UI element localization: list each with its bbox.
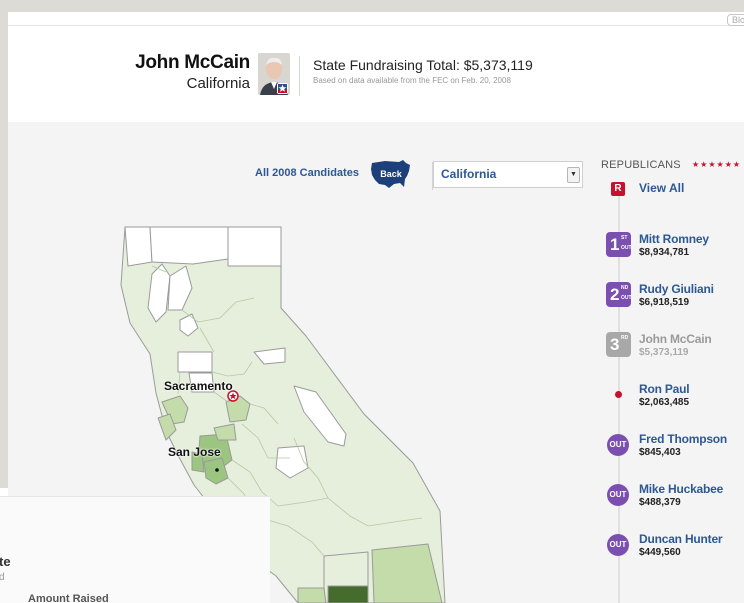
chevron-down-icon[interactable]: ▼ <box>567 167 580 183</box>
candidate-amount: $449,560 <box>639 547 681 558</box>
candidate-amount: $2,063,485 <box>639 397 690 408</box>
candidate-item[interactable]: 1 ST OUT Mitt Romney $8,934,781 <box>595 232 744 272</box>
all-candidates-link[interactable]: All 2008 Candidates <box>255 167 359 179</box>
desktop-strip <box>0 0 744 12</box>
county-glenn[interactable] <box>177 351 213 373</box>
republican-candidates-panel: REPUBLICANS ★★★★★★ R View All 1 ST OUT M… <box>595 122 744 603</box>
candidate-amount: $845,403 <box>639 447 681 458</box>
candidate-header: John McCain California State Fundraising… <box>8 26 744 122</box>
back-label: Back <box>380 169 403 179</box>
candidate-item[interactable]: OUT Fred Thompson $845,403 <box>595 432 744 472</box>
candidate-photo <box>258 53 290 95</box>
candidate-name: John McCain <box>135 52 250 73</box>
republican-r-icon: R <box>611 182 625 196</box>
county-orange[interactable] <box>297 587 327 603</box>
candidate-item[interactable]: OUT Duncan Hunter $449,560 <box>595 532 744 572</box>
rank-badge-icon: 2 ND OUT <box>606 282 632 307</box>
party-heading: REPUBLICANS <box>601 159 681 171</box>
state-select-value: California <box>441 167 497 181</box>
candidate-name-link[interactable]: Fred Thompson <box>639 432 727 446</box>
stars-decoration-icon: ★★★★★★ <box>692 160 742 169</box>
rank-badge-icon: 3 RD <box>606 332 631 357</box>
rank-badge-icon: 1 ST OUT <box>606 232 632 257</box>
candidate-item[interactable]: OUT Mike Huckabee $488,379 <box>595 482 744 522</box>
candidate-name-link[interactable]: John McCain <box>639 332 712 346</box>
candidate-item-current[interactable]: 3 RD John McCain $5,373,119 <box>595 332 744 372</box>
city-label-san-jose: San Jose <box>168 445 221 459</box>
back-to-us-map-button[interactable]: Back <box>369 157 413 191</box>
candidate-name-link[interactable]: Mike Huckabee <box>639 482 723 496</box>
state-select[interactable]: California ▼ <box>433 161 583 188</box>
county-san-diego-area[interactable] <box>327 585 369 603</box>
candidate-name-link[interactable]: Ron Paul <box>639 382 690 396</box>
candidate-name-link[interactable]: Duncan Hunter <box>639 532 723 546</box>
cut-heading-text: te <box>0 554 11 569</box>
view-all-link[interactable]: View All <box>639 181 684 195</box>
candidate-amount: $5,373,119 <box>639 347 689 358</box>
out-badge-icon: OUT <box>607 534 629 556</box>
data-source-note: Based on data available from the FEC on … <box>313 76 511 85</box>
candidate-state: California <box>186 75 250 92</box>
us-map-icon: Back <box>371 160 410 188</box>
out-badge-icon: OUT <box>607 484 629 506</box>
candidate-amount: $8,934,781 <box>639 247 690 258</box>
candidate-name-link[interactable]: Mitt Romney <box>639 232 709 246</box>
county-siskiyou[interactable] <box>149 226 229 265</box>
county-modoc[interactable] <box>227 226 282 267</box>
candidate-name-link[interactable]: Rudy Giuliani <box>639 282 714 296</box>
candidate-amount: $488,379 <box>639 497 681 508</box>
portrait-icon <box>258 53 290 95</box>
candidate-item[interactable]: 2 ND OUT Rudy Giuliani $6,918,519 <box>595 282 744 322</box>
candidate-item[interactable]: Ron Paul $2,063,485 <box>595 382 744 422</box>
cut-sub-text: d <box>0 572 5 583</box>
blog-button[interactable]: Blo <box>726 14 744 26</box>
county-del-norte[interactable] <box>124 226 153 267</box>
header-divider <box>299 56 300 96</box>
out-badge-icon: OUT <box>607 434 629 456</box>
state-fundraising-total: State Fundraising Total: $5,373,119 <box>313 57 533 73</box>
candidate-amount: $6,918,519 <box>639 297 690 308</box>
san-jose-marker[interactable] <box>215 468 219 472</box>
amount-raised-label: Amount Raised <box>28 593 109 603</box>
active-dot-icon <box>615 391 622 398</box>
city-label-sacramento: Sacramento <box>164 379 233 393</box>
background-window: te d Amount Raised <box>0 496 270 603</box>
